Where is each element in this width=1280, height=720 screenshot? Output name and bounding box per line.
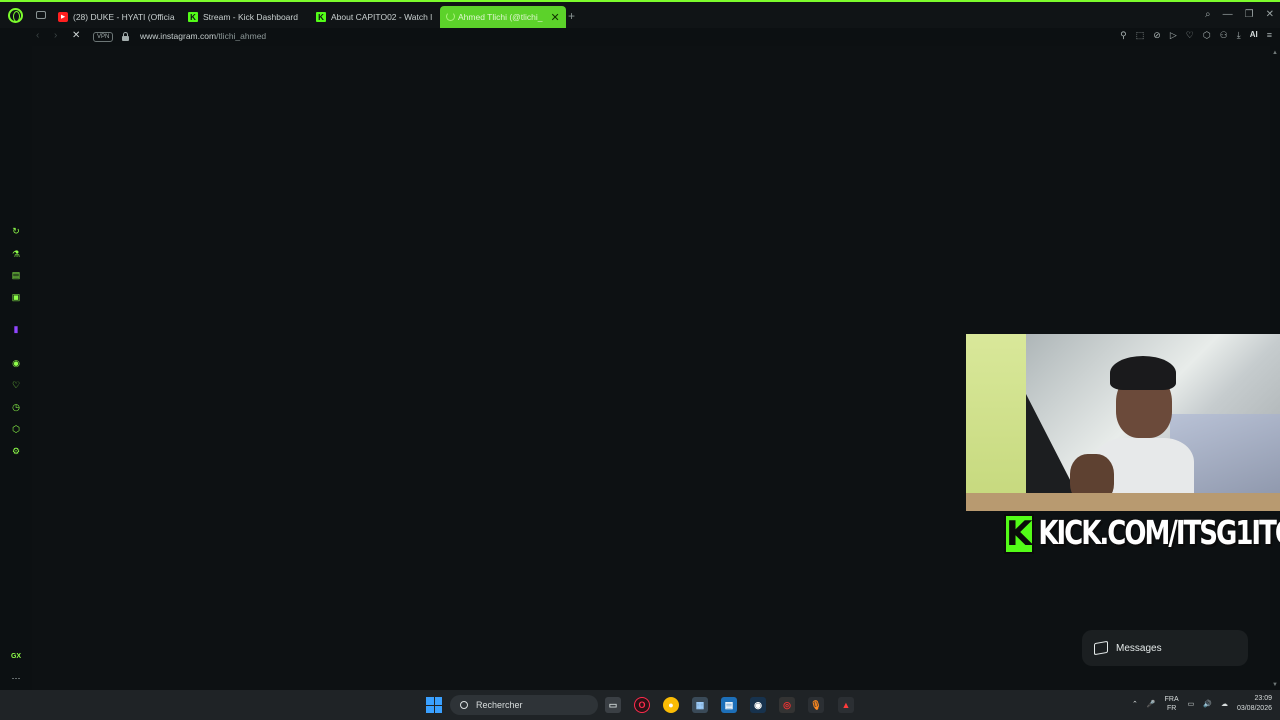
url-path: /tlichi_ahmed	[216, 31, 267, 41]
kick-icon: K	[188, 12, 198, 22]
date: 03/08/2026	[1236, 705, 1272, 712]
close-tab-icon[interactable]: ✕	[551, 11, 560, 24]
search-icon	[460, 701, 468, 709]
kick-logo-icon: K	[1004, 514, 1035, 554]
extensions-icon[interactable]: ⬡	[10, 423, 22, 435]
toolbar-icons: ⚲ ⬚ ⊘ ▷ ♡ ⬡ ⚇ ⤓ AI ≡	[1120, 30, 1272, 41]
tab-label: About CAPITO02 - Watch l	[331, 12, 432, 22]
search-placeholder: Rechercher	[476, 700, 523, 710]
tray-overflow-icon[interactable]: ⌃	[1132, 700, 1138, 708]
chrome-icon[interactable]: ●	[663, 697, 679, 713]
tab-instagram-active[interactable]: Ahmed Tlichi (@tlichi_ ✕	[440, 6, 566, 28]
stop-loading-icon[interactable]: ✕	[72, 30, 80, 41]
tab-label: (28) DUKE - HYATI (Officia	[73, 12, 175, 22]
file-explorer-icon[interactable]: ▦	[692, 697, 708, 713]
restore-icon[interactable]: ❐	[1245, 9, 1254, 20]
volume-icon[interactable]: 🔊	[1203, 700, 1212, 708]
tab-strip: ▶ (28) DUKE - HYATI (Officia K Stream - …	[0, 0, 1280, 28]
windows-start-icon[interactable]	[426, 697, 442, 713]
desk	[966, 493, 1280, 511]
microphone-app-icon[interactable]: 🎙	[808, 697, 824, 713]
player-icon[interactable]: ▤	[10, 269, 22, 281]
player-icon[interactable]: ▷	[1170, 30, 1177, 41]
webcam-overlay	[966, 334, 1280, 511]
kick-icon: K	[316, 12, 326, 22]
more-icon[interactable]: ⋯	[10, 672, 22, 684]
pin-icon[interactable]: ⚲	[1120, 30, 1127, 41]
tab-kick-about[interactable]: K About CAPITO02 - Watch l	[316, 6, 432, 28]
download-icon[interactable]: ⤓	[1237, 30, 1241, 41]
send-message-icon	[1094, 640, 1108, 656]
gx-control-icon[interactable]: ↻	[10, 225, 22, 237]
scroll-up-icon[interactable]: ▲	[1272, 50, 1278, 56]
minimize-icon[interactable]: —	[1223, 9, 1233, 20]
tab-label: Ahmed Tlichi (@tlichi_	[458, 12, 543, 22]
back-icon[interactable]: ‹	[36, 30, 39, 41]
adblock-icon[interactable]: ⊘	[1153, 30, 1161, 41]
close-window-icon[interactable]: ✕	[1266, 9, 1274, 20]
lock-icon[interactable]	[122, 32, 129, 41]
url-field[interactable]: www.instagram.com/tlichi_ahmed	[140, 31, 266, 41]
network-icon[interactable]: ☁	[1221, 700, 1228, 708]
play-circle-icon[interactable]: ◉	[10, 357, 22, 369]
microphone-icon[interactable]: 🎤	[1147, 700, 1156, 708]
sidebar: ↻ ⚗ ▤ ▣ ▮ ◉ ♡ ◷ ⬡ ⚙ GX ⋯	[0, 46, 32, 690]
store-icon[interactable]: ▤	[721, 697, 737, 713]
heart-icon[interactable]: ♡	[1186, 30, 1194, 41]
tab-youtube[interactable]: ▶ (28) DUKE - HYATI (Officia	[58, 6, 176, 28]
time: 23:09	[1254, 695, 1272, 702]
steam-icon[interactable]: ◉	[750, 697, 766, 713]
address-bar: ‹ › ✕ VPN www.instagram.com/tlichi_ahmed…	[0, 28, 1280, 46]
settings-icon[interactable]: ⚙	[10, 445, 22, 457]
taskbar-search[interactable]: Rechercher	[450, 695, 598, 715]
vpn-app-icon[interactable]: ▲	[838, 697, 854, 713]
twitch-icon[interactable]: ▮	[10, 323, 22, 335]
kick-channel-banner: K KICK.COM/ITSG1ITCH	[1004, 512, 1280, 556]
messenger-icon[interactable]: ▣	[10, 291, 22, 303]
vpn-badge[interactable]: VPN	[93, 32, 114, 42]
tab-label: Stream - Kick Dashboard	[203, 12, 298, 22]
cap	[1110, 356, 1176, 390]
keyboard-code: FR	[1166, 705, 1177, 712]
gx-corner-icon[interactable]: ⚗	[10, 248, 22, 260]
scroll-down-icon[interactable]: ▼	[1272, 682, 1278, 688]
tab-menu-icon[interactable]	[36, 11, 46, 19]
messages-label: Messages	[1116, 642, 1162, 654]
language-indicator[interactable]: FRA FR	[1165, 695, 1179, 713]
new-tab-button[interactable]: +	[568, 9, 575, 23]
snapshot-icon[interactable]: ⬚	[1136, 30, 1145, 41]
search-tabs-icon[interactable]: ⌕	[1205, 9, 1211, 20]
profile-icon[interactable]: ⚇	[1220, 30, 1228, 41]
obs-icon[interactable]: ◎	[779, 697, 795, 713]
kick-url-text: KICK.COM/ITSG1ITCH	[1038, 515, 1280, 553]
gx-icon[interactable]: GX	[10, 650, 22, 662]
clock[interactable]: 23:09 03/08/2026	[1237, 694, 1272, 714]
url-host: www.instagram.com	[140, 31, 217, 41]
window-controls: ⌕ — ❐ ✕	[1205, 9, 1274, 20]
opera-gx-logo-icon[interactable]	[8, 8, 23, 23]
heart-icon[interactable]: ♡	[10, 379, 22, 391]
task-view-icon[interactable]: ▭	[605, 697, 621, 713]
windows-taskbar: Rechercher ▭ O ● ▦ ▤ ◉ ◎ 🎙 ▲ ⌃ 🎤 FRA FR …	[0, 690, 1280, 720]
tab-kick-dashboard[interactable]: K Stream - Kick Dashboard	[188, 6, 306, 28]
system-tray: ⌃ 🎤 FRA FR ▭ 🔊 ☁ 23:09 03/08/2026	[1132, 694, 1272, 714]
loading-spinner-icon	[446, 12, 455, 21]
history-icon[interactable]: ◷	[10, 401, 22, 413]
messages-button[interactable]: Messages	[1082, 630, 1248, 666]
ai-button[interactable]: AI	[1250, 30, 1258, 41]
forward-icon[interactable]: ›	[54, 30, 57, 41]
extensions-icon[interactable]: ⬡	[1203, 30, 1211, 41]
language-code: FRA	[1164, 696, 1179, 703]
display-icon[interactable]: ▭	[1188, 700, 1195, 708]
menu-icon[interactable]: ≡	[1267, 30, 1272, 41]
opera-gx-taskbar-icon[interactable]: O	[634, 697, 650, 713]
streamer	[1070, 354, 1206, 511]
youtube-icon: ▶	[58, 12, 68, 22]
